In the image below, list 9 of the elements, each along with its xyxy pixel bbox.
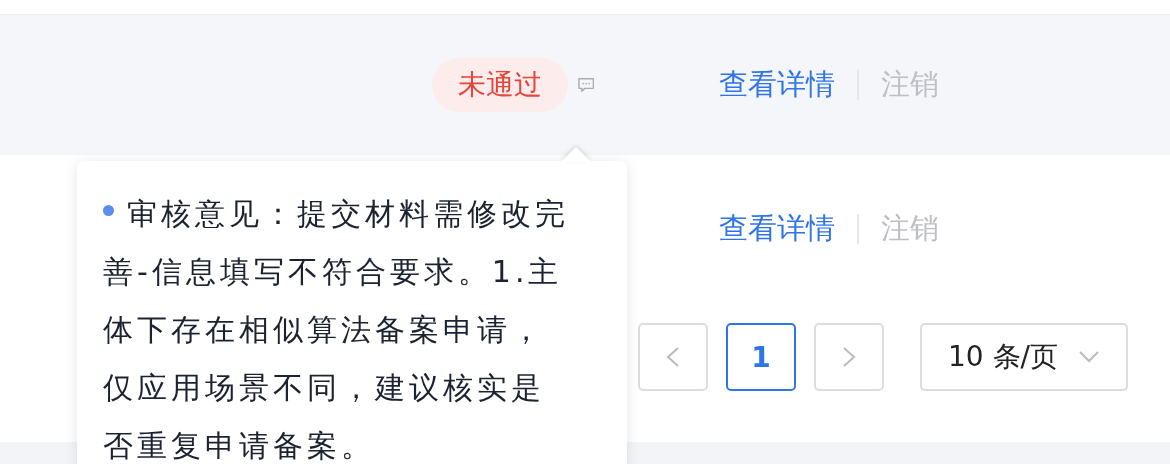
chevron-down-icon [1078, 350, 1100, 364]
chevron-left-icon [665, 345, 681, 369]
view-details-link[interactable]: 查看详情 [719, 65, 835, 105]
page-size-select[interactable]: 10 条/页 [920, 323, 1128, 391]
chevron-right-icon [841, 345, 857, 369]
view-details-link[interactable]: 查看详情 [719, 208, 835, 249]
page-button[interactable]: 1 [726, 323, 796, 391]
review-comment: 审核意见：提交材料需修改完善-信息填写不符合要求。1.主体下存在相似算法备案申请，仅应用场景不同，建议核实是否重复申请备案。 [103, 185, 573, 464]
status-tag: 未通过 [432, 58, 568, 112]
